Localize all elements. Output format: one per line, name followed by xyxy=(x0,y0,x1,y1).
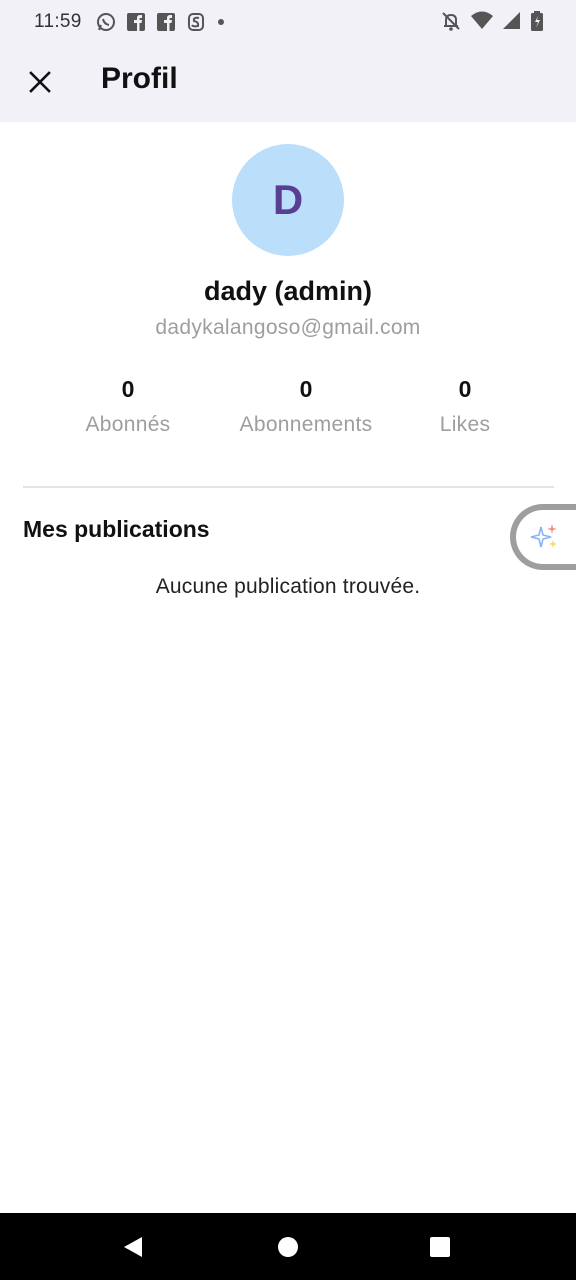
stat-label: Abonnés xyxy=(85,413,171,436)
battery-icon xyxy=(530,10,544,32)
sparkle-icon xyxy=(530,524,557,548)
status-time: 11:59 xyxy=(34,11,82,32)
profile-stats: 0 Abonnés 0 Abonnements 0 Likes xyxy=(0,376,576,446)
recents-icon xyxy=(430,1237,450,1257)
floating-assistant-bubble[interactable] xyxy=(510,504,576,570)
system-navigation-bar xyxy=(0,1213,576,1280)
floating-bubble-inner xyxy=(516,510,576,564)
stat-value: 0 xyxy=(121,376,135,402)
divider xyxy=(23,486,554,488)
app-notification-icon xyxy=(186,12,206,32)
facebook-icon xyxy=(126,12,146,32)
facebook-icon xyxy=(156,12,176,32)
empty-publications-message: Aucune publication trouvée. xyxy=(155,575,421,598)
stat-likes[interactable]: 0 Likes xyxy=(365,376,565,437)
stat-label: Likes xyxy=(439,413,491,436)
avatar: D xyxy=(232,144,344,256)
app-bar: Profil xyxy=(0,44,576,122)
status-right-icons xyxy=(440,10,544,32)
close-button[interactable] xyxy=(22,64,58,100)
notifications-off-icon xyxy=(440,10,462,32)
nav-recents-button[interactable] xyxy=(420,1227,460,1267)
section-title-publications: Mes publications xyxy=(23,516,210,542)
whatsapp-icon xyxy=(96,12,116,32)
avatar-initial: D xyxy=(272,176,304,223)
back-icon xyxy=(124,1237,142,1257)
nav-home-button[interactable] xyxy=(268,1227,308,1267)
stat-abonnes[interactable]: 0 Abonnés xyxy=(28,376,228,437)
profile-name: dady (admin) xyxy=(203,276,372,306)
status-left-icons xyxy=(96,12,226,32)
page-title: Profil xyxy=(101,62,178,95)
signal-icon xyxy=(502,10,522,32)
dot-icon xyxy=(216,12,226,32)
profile-email: dadykalangoso@gmail.com xyxy=(155,316,421,339)
home-icon xyxy=(278,1237,298,1257)
status-bar: 11:59 xyxy=(0,0,576,44)
wifi-icon xyxy=(470,10,494,32)
nav-back-button[interactable] xyxy=(113,1227,153,1267)
close-icon xyxy=(29,71,51,93)
stat-value: 0 xyxy=(458,376,472,402)
